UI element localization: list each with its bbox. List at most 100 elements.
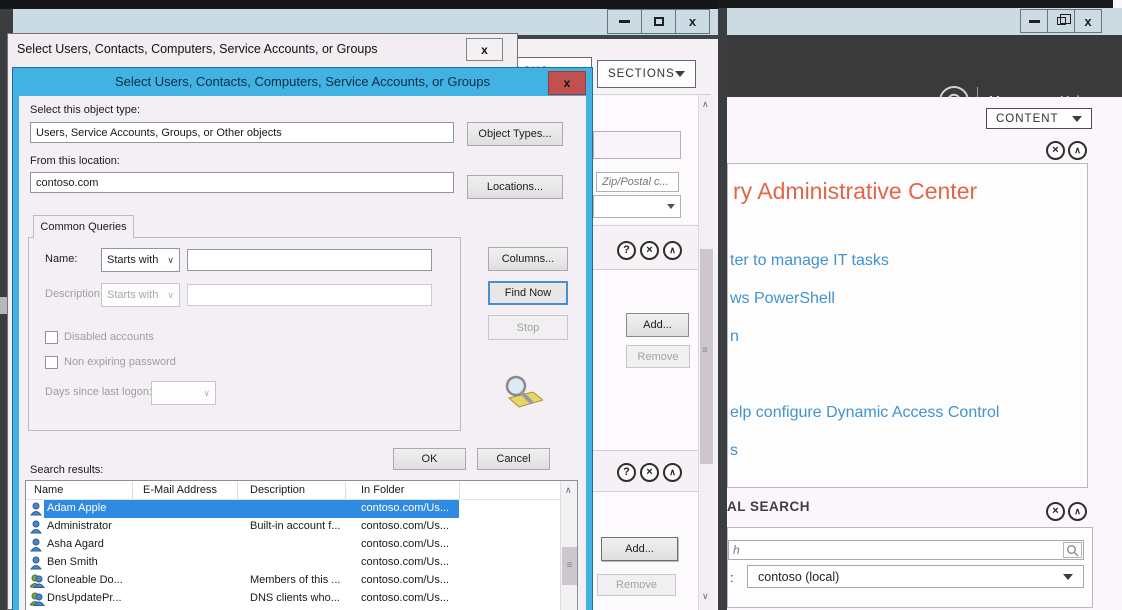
- welcome-link[interactable]: ws PowerShell: [730, 290, 835, 308]
- close-section-button[interactable]: ×: [1046, 141, 1065, 160]
- main-window-top-frame: [718, 0, 1113, 8]
- column-header-email[interactable]: E-Mail Address: [143, 481, 217, 500]
- close-section-button[interactable]: ×: [640, 241, 659, 260]
- group-icon: [30, 592, 45, 609]
- close-section-button[interactable]: ×: [640, 463, 659, 482]
- results-rows: Adam Apple contoso.com/Us... Administrat…: [26, 500, 560, 608]
- ok-button[interactable]: OK: [393, 448, 466, 470]
- dialog-close-button[interactable]: x: [548, 71, 586, 95]
- scrollbar-thumb[interactable]: ≡: [562, 547, 577, 585]
- chevron-down-icon: [675, 71, 685, 77]
- column-header-description[interactable]: Description: [250, 481, 305, 500]
- add-button-1[interactable]: Add...: [626, 313, 689, 337]
- non-expiring-password-label: Non expiring password: [64, 356, 176, 368]
- search-results-label: Search results:: [30, 464, 103, 476]
- user-icon: [30, 538, 43, 555]
- user-icon: [30, 520, 43, 537]
- locations-button[interactable]: Locations...: [467, 175, 563, 199]
- chevron-down-icon: ∨: [167, 255, 174, 266]
- main-window-controls: x: [1021, 9, 1102, 33]
- chevron-down-icon: [667, 204, 675, 209]
- object-type-label: Select this object type:: [30, 104, 140, 116]
- group-icon: [30, 574, 45, 591]
- search-icon: [1066, 544, 1079, 557]
- object-type-value-field[interactable]: Users, Service Accounts, Groups, or Othe…: [30, 122, 454, 143]
- scroll-down-icon[interactable]: ∨: [702, 591, 709, 602]
- help-circle-button[interactable]: ?: [617, 463, 636, 482]
- table-row[interactable]: Cloneable Do... Members of this ... cont…: [26, 572, 560, 590]
- name-operator-dropdown[interactable]: Starts with∨: [101, 248, 180, 272]
- collapse-section-button[interactable]: ∧: [1068, 141, 1087, 160]
- non-expiring-password-checkbox[interactable]: [45, 356, 58, 369]
- minimize-button[interactable]: [1020, 9, 1048, 33]
- description-query-input: [187, 284, 432, 306]
- disabled-accounts-label: Disabled accounts: [64, 331, 154, 343]
- scroll-up-icon[interactable]: ∧: [565, 485, 572, 496]
- collapse-section-button[interactable]: ∧: [1068, 502, 1087, 521]
- table-row[interactable]: Administrator Built-in account f... cont…: [26, 518, 560, 536]
- welcome-link[interactable]: elp configure Dynamic Access Control: [730, 404, 999, 422]
- add-button-2[interactable]: Add...: [601, 537, 678, 561]
- name-query-input[interactable]: [187, 249, 432, 271]
- cancel-button[interactable]: Cancel: [477, 448, 550, 470]
- close-button[interactable]: x: [675, 9, 710, 34]
- days-since-logon-label: Days since last logon:: [45, 386, 152, 398]
- global-search-input[interactable]: [729, 541, 1063, 559]
- welcome-title: ry Administrative Center: [733, 178, 977, 205]
- stop-button[interactable]: Stop: [488, 315, 568, 340]
- scope-dropdown[interactable]: contoso (local): [747, 565, 1084, 588]
- table-row[interactable]: Adam Apple contoso.com/Us...: [26, 500, 560, 518]
- maximize-button[interactable]: [641, 9, 676, 34]
- column-header-name[interactable]: Name: [34, 481, 63, 500]
- remove-button-2[interactable]: Remove: [597, 574, 676, 596]
- sections-dropdown-label: SECTIONS: [608, 68, 675, 80]
- minimize-button[interactable]: [607, 9, 642, 34]
- background-dropdown[interactable]: [593, 195, 681, 218]
- find-now-button[interactable]: Find Now: [488, 281, 568, 305]
- table-row[interactable]: Ben Smith contoso.com/Us...: [26, 554, 560, 572]
- global-search-panel: : contoso (local): [727, 527, 1093, 608]
- chevron-down-icon: ∨: [203, 388, 210, 399]
- columns-button[interactable]: Columns...: [488, 247, 568, 271]
- scrollbar-thumb[interactable]: ≡: [700, 249, 713, 464]
- restore-button[interactable]: [1047, 9, 1075, 33]
- thumb-grip-icon: ≡: [567, 560, 573, 571]
- close-button[interactable]: x: [1074, 9, 1102, 33]
- column-header-folder[interactable]: In Folder: [361, 481, 404, 500]
- search-submit-button[interactable]: [1063, 542, 1082, 558]
- welcome-link[interactable]: ter to manage IT tasks: [730, 252, 889, 270]
- user-icon: [30, 556, 43, 573]
- close-section-button[interactable]: ×: [1046, 502, 1065, 521]
- select-users-dialog: Select Users, Contacts, Computers, Servi…: [13, 68, 592, 610]
- results-scrollbar[interactable]: ∧ ≡: [560, 481, 577, 610]
- table-row[interactable]: DnsUpdatePr... DNS clients who... contos…: [26, 590, 560, 608]
- background-text-field[interactable]: [593, 131, 681, 159]
- collapse-section-button[interactable]: ∧: [663, 241, 682, 260]
- main-menu-band: Manage Help: [727, 35, 1122, 97]
- location-value-field[interactable]: contoso.com: [30, 172, 454, 193]
- zip-postal-code-field[interactable]: [596, 172, 679, 192]
- user-icon: [30, 502, 43, 519]
- welcome-panel: ry Administrative Center ter to manage I…: [727, 163, 1088, 488]
- days-since-logon-dropdown: ∨: [151, 381, 216, 405]
- outer-dialog-close-button[interactable]: x: [466, 38, 503, 61]
- table-row[interactable]: Asha Agard contoso.com/Us...: [26, 536, 560, 554]
- content-dropdown-button[interactable]: CONTENT: [986, 108, 1092, 129]
- screenshot-root: x TASKS SECTIONS ? × ∧ Add... Remove ?: [0, 0, 1122, 610]
- description-label: Description:: [45, 288, 103, 300]
- collapse-section-button[interactable]: ∧: [663, 463, 682, 482]
- welcome-link[interactable]: n: [730, 328, 739, 346]
- close-icon: x: [1084, 15, 1091, 28]
- disabled-accounts-checkbox[interactable]: [45, 331, 58, 344]
- object-types-button[interactable]: Object Types...: [467, 122, 563, 146]
- remove-button-1[interactable]: Remove: [626, 345, 690, 368]
- chevron-up-icon: ∧: [669, 467, 676, 477]
- mid-window-scrollbar[interactable]: ∧ ≡ ∨: [698, 95, 713, 610]
- chevron-up-icon: ∧: [669, 245, 676, 255]
- scroll-up-icon[interactable]: ∧: [702, 99, 709, 110]
- common-queries-tab[interactable]: Common Queries: [33, 215, 134, 238]
- help-circle-button[interactable]: ?: [617, 241, 636, 260]
- restore-icon: [1057, 17, 1066, 25]
- sections-dropdown-button[interactable]: SECTIONS: [597, 60, 696, 88]
- welcome-link[interactable]: s: [730, 442, 738, 460]
